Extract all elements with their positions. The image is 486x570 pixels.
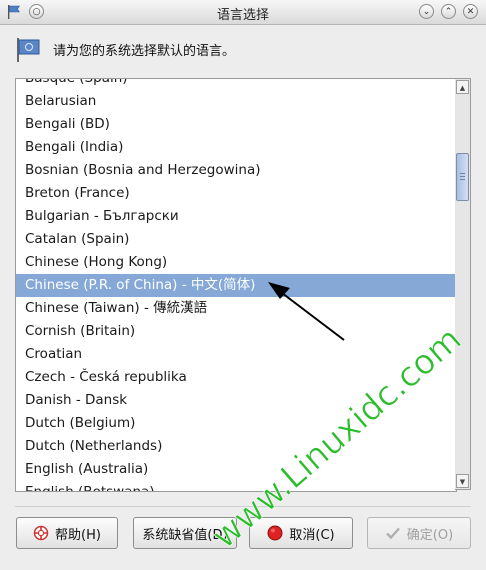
annotation-arrow [268,282,345,341]
